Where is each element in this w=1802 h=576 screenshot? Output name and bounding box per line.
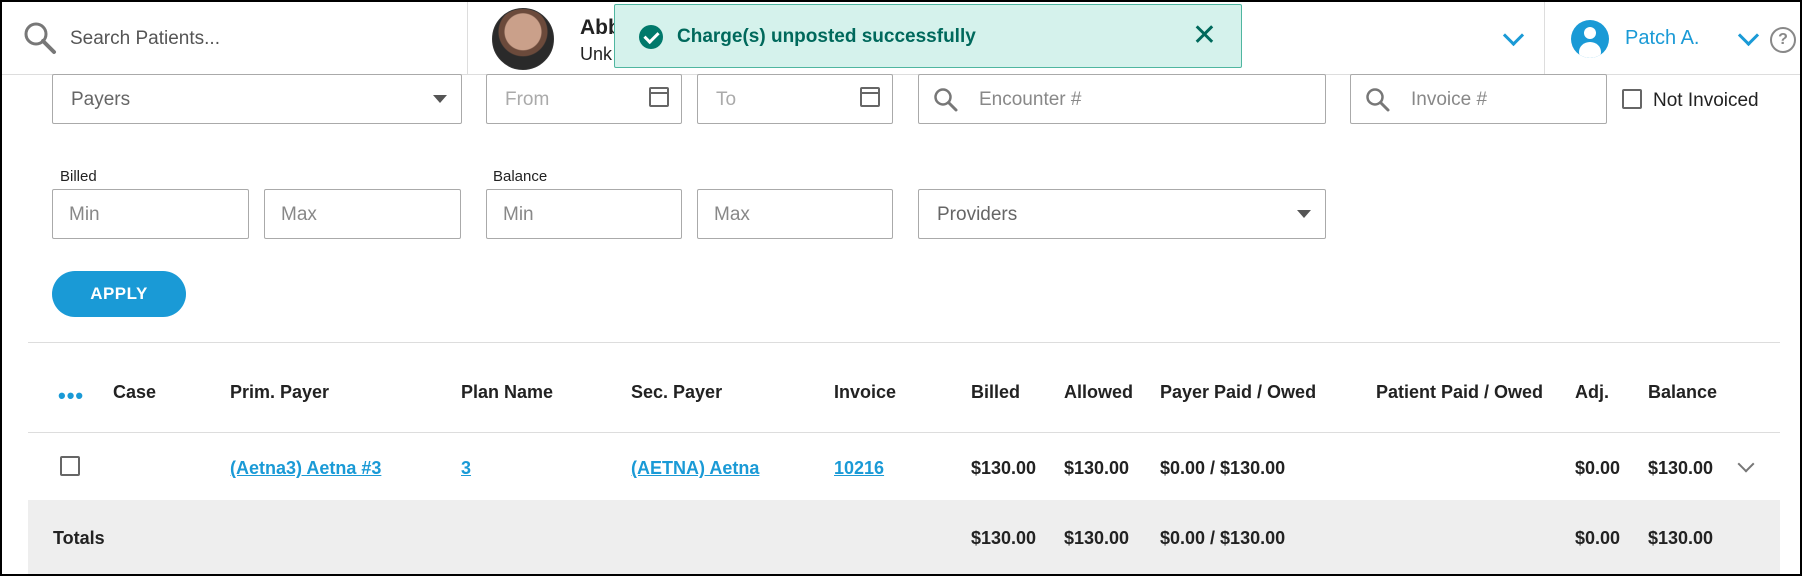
- patient-avatar: [492, 8, 554, 70]
- dropdown-caret-icon: [433, 95, 447, 103]
- max-placeholder: Max: [281, 204, 317, 225]
- header-billed[interactable]: Billed: [971, 382, 1020, 403]
- apply-button[interactable]: APPLY: [52, 271, 186, 317]
- invoice-placeholder: Invoice #: [1411, 89, 1488, 110]
- user-name: Patch A.: [1625, 27, 1700, 49]
- cell-adj: $0.00: [1575, 458, 1621, 478]
- totals-label: Totals: [53, 528, 105, 548]
- header-patient-paid-owed[interactable]: Patient Paid / Owed: [1376, 382, 1543, 403]
- min-placeholder: Min: [503, 204, 534, 225]
- header-plan-name[interactable]: Plan Name: [461, 382, 553, 403]
- not-invoiced-checkbox[interactable]: [1622, 89, 1642, 109]
- patient-subtitle: Unk: [580, 44, 613, 64]
- search-input[interactable]: [68, 22, 452, 56]
- calendar-icon[interactable]: [649, 87, 669, 107]
- cell-payer-paid-owed: $0.00 / $130.00: [1160, 458, 1286, 478]
- success-toast: Charge(s) unposted successfully ✕: [614, 4, 1242, 68]
- totals-balance: $130.00: [1648, 528, 1714, 548]
- header-sec-payer[interactable]: Sec. Payer: [631, 382, 722, 403]
- header-balance[interactable]: Balance: [1648, 382, 1717, 403]
- from-placeholder: From: [505, 89, 550, 110]
- min-placeholder: Min: [69, 204, 100, 225]
- encounter-search-field[interactable]: Encounter #: [918, 74, 1326, 124]
- cell-allowed: $130.00: [1064, 458, 1130, 478]
- encounter-placeholder: Encounter #: [979, 89, 1082, 110]
- user-avatar-icon: [1571, 20, 1609, 58]
- search-icon: [24, 22, 56, 54]
- search-icon: [934, 88, 958, 112]
- billed-min-field[interactable]: Min: [52, 189, 249, 239]
- header-adj[interactable]: Adj.: [1575, 382, 1609, 403]
- cell-prim-payer-link[interactable]: (Aetna3) Aetna #3: [230, 458, 381, 479]
- search-icon: [1366, 88, 1390, 112]
- check-circle-icon: [639, 25, 663, 49]
- providers-select[interactable]: Providers: [918, 189, 1326, 239]
- balance-label: Balance: [493, 168, 548, 185]
- header-allowed[interactable]: Allowed: [1064, 382, 1133, 403]
- cell-sec-payer-link[interactable]: (AETNA) Aetna: [631, 458, 759, 479]
- to-date-field[interactable]: To: [697, 74, 893, 124]
- help-icon[interactable]: ?: [1770, 27, 1796, 53]
- toast-message: Charge(s) unposted successfully: [677, 26, 976, 47]
- user-menu[interactable]: Patch A.: [1544, 2, 1800, 74]
- not-invoiced-label: Not Invoiced: [1653, 90, 1759, 111]
- calendar-icon[interactable]: [860, 87, 880, 107]
- dropdown-caret-icon: [1297, 210, 1311, 218]
- header-invoice[interactable]: Invoice: [834, 382, 896, 403]
- cell-plan-name-link[interactable]: 3: [461, 458, 471, 479]
- billed-max-field[interactable]: Max: [264, 189, 461, 239]
- balance-min-field[interactable]: Min: [486, 189, 682, 239]
- totals-row: [28, 500, 1780, 574]
- billed-label: Billed: [60, 168, 97, 185]
- from-date-field[interactable]: From: [486, 74, 682, 124]
- header-case[interactable]: Case: [113, 382, 156, 403]
- expand-row-chevron-down-icon[interactable]: [1737, 455, 1755, 473]
- providers-placeholder: Providers: [937, 204, 1018, 225]
- app-window: Abb Unk Patch A. ? Charge(s) unposted su…: [0, 0, 1802, 576]
- cell-balance: $130.00: [1648, 458, 1714, 478]
- balance-max-field[interactable]: Max: [697, 189, 893, 239]
- header-prim-payer[interactable]: Prim. Payer: [230, 382, 329, 403]
- totals-adj: $0.00: [1575, 528, 1621, 548]
- divider: [28, 342, 1780, 343]
- to-placeholder: To: [716, 89, 737, 110]
- invoice-search-field[interactable]: Invoice #: [1350, 74, 1607, 124]
- patient-menu-chevron-down-icon[interactable]: [1502, 24, 1525, 47]
- max-placeholder: Max: [714, 204, 750, 225]
- close-icon[interactable]: ✕: [1192, 21, 1217, 51]
- header-payer-paid-owed[interactable]: Payer Paid / Owed: [1160, 382, 1316, 403]
- totals-allowed: $130.00: [1064, 528, 1130, 548]
- patient-search: [2, 2, 468, 74]
- cell-invoice-link[interactable]: 10216: [834, 458, 884, 479]
- totals-billed: $130.00: [971, 528, 1037, 548]
- column-options-icon[interactable]: •••: [58, 385, 84, 407]
- user-menu-chevron-down-icon[interactable]: [1737, 24, 1760, 47]
- payers-placeholder: Payers: [71, 89, 131, 110]
- payers-select[interactable]: Payers: [52, 74, 462, 124]
- totals-payer-paid-owed: $0.00 / $130.00: [1160, 528, 1286, 548]
- divider: [28, 432, 1780, 433]
- row-checkbox[interactable]: [60, 456, 80, 476]
- cell-billed: $130.00: [971, 458, 1037, 478]
